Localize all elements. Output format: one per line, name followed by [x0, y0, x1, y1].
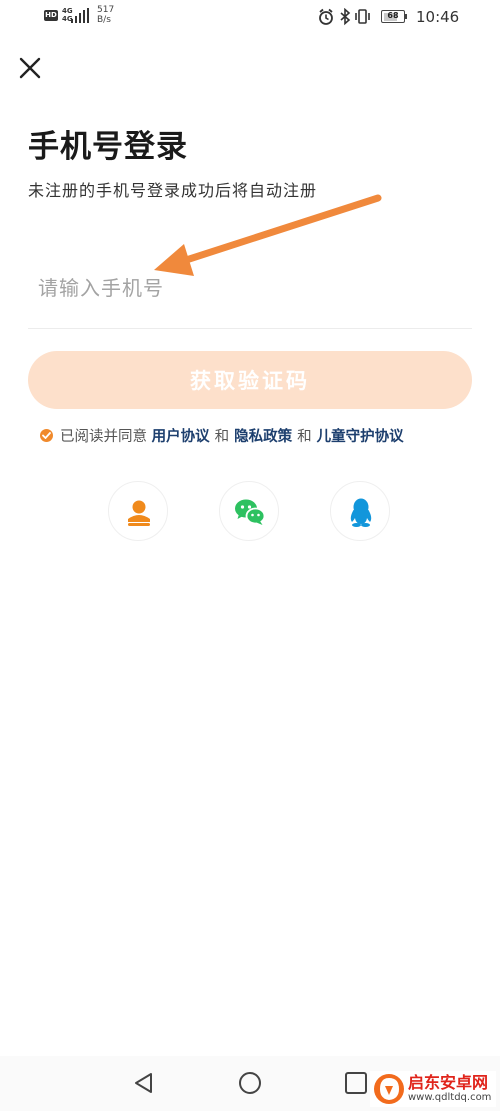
- child-protection-link[interactable]: 儿童守护协议: [317, 429, 404, 445]
- status-bar: HD 4G 4G 517 B/s 68 10:46: [0, 0, 500, 36]
- account-login-button[interactable]: [108, 481, 168, 541]
- battery-icon: 68: [381, 10, 405, 23]
- agreement-prefix: 已阅读并同意: [60, 429, 147, 445]
- nav-back-button[interactable]: [130, 1069, 158, 1097]
- battery-tip: [405, 14, 407, 19]
- clock: 10:46: [416, 8, 460, 26]
- watermark-logo-icon: [374, 1074, 404, 1104]
- network-speed-unit: B/s: [97, 15, 111, 25]
- privacy-policy-link[interactable]: 隐私政策: [234, 429, 292, 445]
- wechat-icon: [235, 499, 266, 525]
- close-button[interactable]: [16, 54, 44, 82]
- agreement-and: 和: [297, 429, 312, 445]
- qq-login-button[interactable]: [330, 481, 390, 541]
- get-verification-code-button[interactable]: 获取验证码: [28, 351, 472, 409]
- page-subtitle: 未注册的手机号登录成功后将自动注册: [28, 181, 318, 200]
- page-title: 手机号登录: [28, 129, 188, 165]
- checkmark-icon: [42, 431, 51, 439]
- user-agreement-link[interactable]: 用户协议: [152, 429, 210, 445]
- nav-recents-button[interactable]: [342, 1069, 370, 1097]
- agreement-and: 和: [214, 429, 230, 445]
- vibrate-icon: [355, 9, 370, 24]
- wechat-login-button[interactable]: [219, 481, 279, 541]
- back-triangle-icon: [135, 1073, 152, 1093]
- watermark-name: 启东安卓网: [408, 1073, 489, 1092]
- hd-indicator: HD: [44, 10, 58, 21]
- nav-home-button[interactable]: [236, 1069, 264, 1097]
- close-icon: [19, 57, 41, 79]
- status-icons: [319, 8, 370, 26]
- agreement-row: 已阅读并同意 用户协议和隐私政策和儿童守护协议: [40, 426, 480, 448]
- bluetooth-icon: [340, 8, 351, 26]
- network-speed: 517 B/s: [97, 5, 127, 25]
- qq-icon: [350, 498, 372, 527]
- agreement-checkbox[interactable]: [40, 428, 53, 442]
- watermark-url: www.qdltdq.com: [408, 1092, 492, 1103]
- person-icon: [128, 500, 150, 526]
- watermark: 启东安卓网 www.qdltdq.com: [370, 1071, 496, 1107]
- input-divider: [28, 328, 472, 329]
- recents-square-icon: [345, 1072, 367, 1094]
- network-speed-value: 517: [97, 5, 115, 15]
- battery-level: 68: [387, 11, 399, 20]
- home-circle-icon: [239, 1072, 261, 1094]
- alarm-icon: [319, 8, 333, 25]
- signal-icon: [71, 8, 89, 23]
- phone-input[interactable]: [28, 258, 472, 318]
